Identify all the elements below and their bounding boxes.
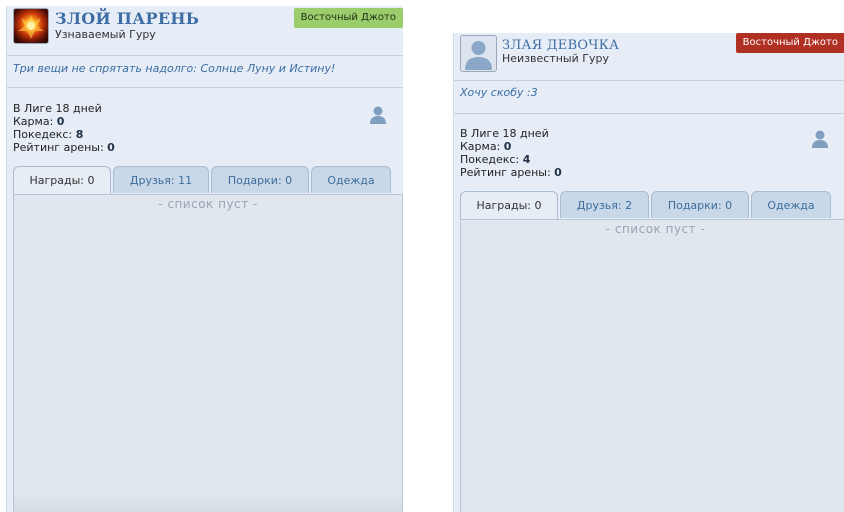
- divider: [454, 80, 844, 81]
- pokedex-label: Покедекс:: [460, 153, 520, 166]
- karma-value: 0: [503, 140, 512, 153]
- tab-gifts[interactable]: Подарки: 0: [651, 191, 749, 218]
- user-rank: Неизвестный Гуру: [502, 52, 609, 65]
- divider: [7, 55, 403, 56]
- pokedex-row: Покедекс: 8: [13, 128, 115, 141]
- tab-gifts[interactable]: Подарки: 0: [211, 166, 309, 193]
- divider: [454, 113, 844, 114]
- empty-list-text: - список пуст -: [605, 222, 706, 236]
- league-days: В Лиге 18 дней: [13, 102, 102, 115]
- user-stats: В Лиге 18 дней Карма: 0 Покедекс: 4 Рейт…: [460, 127, 562, 179]
- user-rank: Узнаваемый Гуру: [55, 28, 156, 41]
- user-avatar[interactable]: [460, 35, 497, 72]
- user-profile-icon[interactable]: [369, 105, 387, 125]
- default-user-icon: [465, 41, 492, 70]
- tab-friends[interactable]: Друзья: 11: [113, 166, 209, 193]
- tab-friends[interactable]: Друзья: 2: [560, 191, 649, 218]
- league-days: В Лиге 18 дней: [460, 127, 549, 140]
- arena-value: 0: [107, 141, 115, 154]
- pokedex-row: Покедекс: 4: [460, 153, 562, 166]
- arena-label: Рейтинг арены:: [460, 166, 551, 179]
- user-avatar[interactable]: [13, 8, 49, 44]
- pokedex-label: Покедекс:: [13, 128, 73, 141]
- tab-clothes[interactable]: Одежда: [311, 166, 391, 193]
- panel-shade: [14, 492, 402, 512]
- pokedex-value: 4: [522, 153, 531, 166]
- arena-label: Рейтинг арены:: [13, 141, 104, 154]
- status-message: Три вещи не спрятать надолго: Солнце Лун…: [13, 62, 336, 75]
- tab-content-panel: - список пуст -: [13, 194, 403, 512]
- arena-row: Рейтинг арены: 0: [13, 141, 115, 154]
- team-badge: Восточный Джото: [735, 33, 844, 53]
- pokedex-value: 8: [75, 128, 84, 141]
- team-badge: Восточный Джото: [293, 8, 403, 28]
- profile-card-1: ЗЛОЙ ПАРЕНЬ Узнаваемый Гуру Восточный Дж…: [6, 6, 403, 512]
- tab-content-panel: - список пуст -: [460, 219, 844, 512]
- divider: [7, 87, 403, 88]
- karma-row: Карма: 0: [460, 140, 562, 153]
- status-message: Хочу скобу :3: [460, 86, 538, 99]
- user-profile-icon[interactable]: [811, 129, 829, 149]
- tab-clothes[interactable]: Одежда: [751, 191, 831, 218]
- profile-card-2: ЗЛАЯ ДЕВОЧКА Неизвестный Гуру Восточный …: [453, 33, 844, 512]
- karma-value: 0: [56, 115, 65, 128]
- empty-list-text: - список пуст -: [158, 197, 258, 211]
- tab-awards[interactable]: Награды: 0: [13, 166, 111, 195]
- karma-label: Карма:: [13, 115, 54, 128]
- karma-label: Карма:: [460, 140, 501, 153]
- user-stats: В Лиге 18 дней Карма: 0 Покедекс: 8 Рейт…: [13, 102, 115, 154]
- karma-row: Карма: 0: [13, 115, 115, 128]
- arena-value: 0: [554, 166, 562, 179]
- tab-awards[interactable]: Награды: 0: [460, 191, 558, 220]
- user-nickname[interactable]: ЗЛОЙ ПАРЕНЬ: [55, 9, 199, 28]
- fire-creature-icon: [18, 15, 44, 39]
- user-nickname[interactable]: ЗЛАЯ ДЕВОЧКА: [502, 38, 619, 53]
- arena-row: Рейтинг арены: 0: [460, 166, 562, 179]
